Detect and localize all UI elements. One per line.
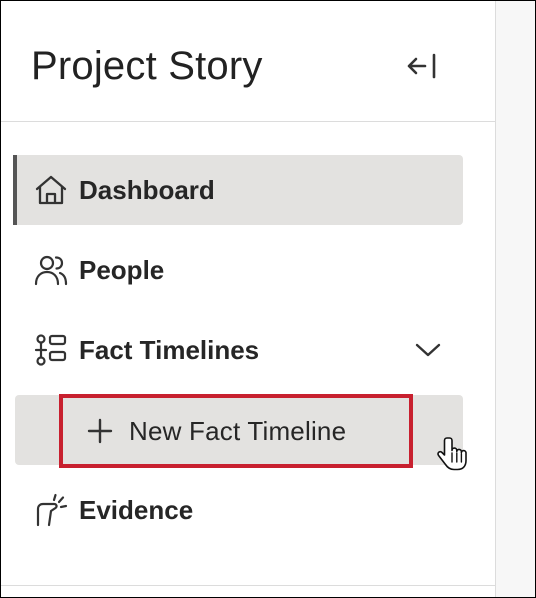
- nav-item-dashboard[interactable]: Dashboard: [13, 155, 463, 225]
- divider: [1, 585, 495, 586]
- people-icon: [33, 252, 69, 288]
- new-fact-timeline-button[interactable]: New Fact Timeline: [59, 394, 413, 468]
- plus-icon: [85, 416, 115, 446]
- sub-item-row: New Fact Timeline: [15, 394, 463, 468]
- new-fact-timeline-label: New Fact Timeline: [129, 415, 347, 446]
- page-title: Project Story: [31, 44, 263, 88]
- hand-pointer-icon: [437, 437, 467, 471]
- sidebar-header: Project Story: [1, 1, 495, 122]
- home-icon: [33, 172, 69, 208]
- nav-label-dashboard: Dashboard: [79, 174, 215, 205]
- nav-item-fact-timelines[interactable]: Fact Timelines: [13, 315, 463, 385]
- timeline-icon: [33, 332, 69, 368]
- collapse-sidebar-button[interactable]: [399, 45, 445, 87]
- nav-label-fact-timelines: Fact Timelines: [79, 334, 260, 365]
- main-content-edge: [496, 1, 535, 597]
- nav-label-people: People: [79, 254, 165, 285]
- sidebar: Project Story Dashboard People Fact Time…: [1, 1, 496, 597]
- nav-item-evidence[interactable]: Evidence: [13, 475, 463, 545]
- collapse-left-icon: [407, 53, 436, 79]
- evidence-icon: [33, 492, 69, 528]
- nav-item-people[interactable]: People: [13, 235, 463, 305]
- nav-label-evidence: Evidence: [79, 494, 194, 525]
- chevron-down-icon[interactable]: [413, 335, 443, 365]
- app-frame: Project Story Dashboard People Fact Time…: [0, 0, 536, 598]
